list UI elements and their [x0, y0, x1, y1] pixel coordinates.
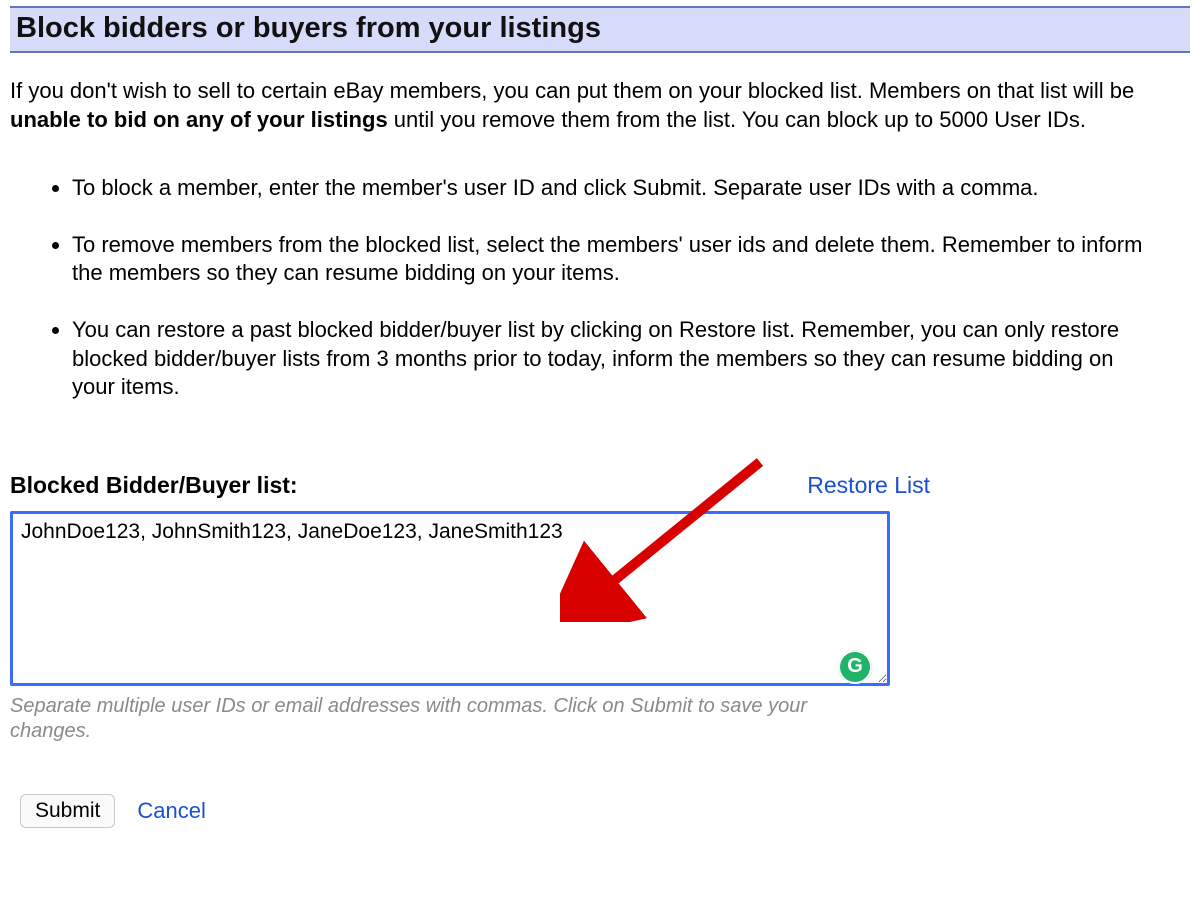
instructions-list: To block a member, enter the member's us…: [10, 174, 1160, 402]
intro-prefix: If you don't wish to sell to certain eBa…: [10, 78, 1134, 103]
intro-suffix: until you remove them from the list. You…: [388, 107, 1086, 132]
blocked-list-header-row: Blocked Bidder/Buyer list: Restore List: [10, 472, 1190, 499]
instruction-prefix: To block a member, enter the member's us…: [72, 175, 633, 200]
instruction-bold: Submit.: [633, 175, 708, 200]
instruction-item: To remove members from the blocked list,…: [72, 231, 1160, 288]
instruction-suffix: Separate user IDs with a comma.: [707, 175, 1038, 200]
instruction-prefix: To remove members from the blocked list,…: [72, 232, 1142, 286]
instruction-item: To block a member, enter the member's us…: [72, 174, 1160, 203]
instruction-item: You can restore a past blocked bidder/bu…: [72, 316, 1160, 402]
blocked-list-hint: Separate multiple user IDs or email addr…: [10, 694, 890, 744]
restore-list-link[interactable]: Restore List: [807, 472, 930, 499]
page-title: Block bidders or buyers from your listin…: [16, 12, 1184, 45]
blocked-list-textarea-wrap: G: [10, 511, 890, 692]
blocked-list-label: Blocked Bidder/Buyer list:: [10, 472, 298, 499]
actions-row: Submit Cancel: [20, 794, 1190, 828]
page-header: Block bidders or buyers from your listin…: [10, 6, 1190, 53]
cancel-link[interactable]: Cancel: [137, 798, 205, 824]
intro-bold: unable to bid on any of your listings: [10, 107, 388, 132]
intro-paragraph: If you don't wish to sell to certain eBa…: [10, 77, 1160, 134]
submit-button[interactable]: Submit: [20, 794, 115, 828]
instruction-prefix: You can restore a past blocked bidder/bu…: [72, 317, 1119, 399]
blocked-list-textarea[interactable]: [10, 511, 890, 686]
